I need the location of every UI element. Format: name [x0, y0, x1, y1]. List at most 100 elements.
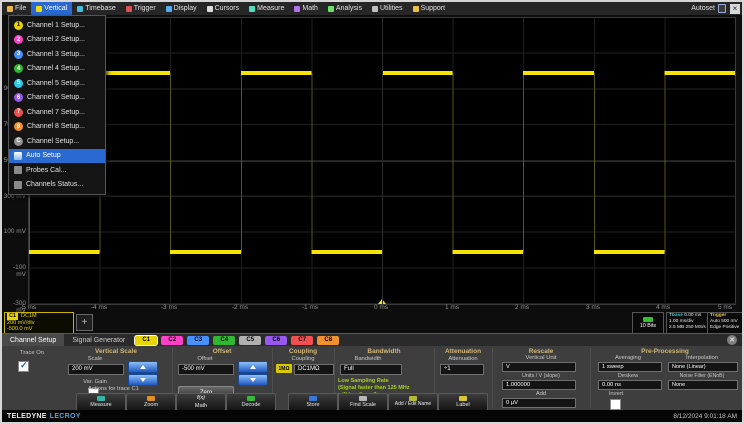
menu-item-channel-3-setup[interactable]: 3Channel 3 Setup...: [9, 47, 105, 62]
averaging-field[interactable]: 1 sweep: [598, 362, 662, 372]
menu-item-channel-7-setup[interactable]: 7Channel 7 Setup...: [9, 105, 105, 120]
menu-item-measure[interactable]: Measure: [244, 2, 289, 15]
invert-checkbox[interactable]: [610, 399, 621, 410]
utilities-icon: [372, 6, 378, 12]
channel-chip-c2[interactable]: C2: [161, 336, 183, 345]
menu-item-cursors[interactable]: Cursors: [202, 2, 245, 15]
menu-item-channel-5-setup[interactable]: 5Channel 5 Setup...: [9, 76, 105, 91]
menu-item-channel-6-setup[interactable]: 6Channel 6 Setup...: [9, 91, 105, 106]
deskew-field[interactable]: 0.00 ns: [598, 380, 662, 390]
tab-signal-generator[interactable]: Signal Generator: [64, 334, 133, 346]
trace-on-checkbox[interactable]: [18, 361, 29, 372]
zoom-button[interactable]: Zoom: [126, 393, 176, 411]
menu-item-utilities[interactable]: Utilities: [367, 2, 408, 15]
window-close-icon[interactable]: [730, 4, 740, 14]
menu-item-vertical[interactable]: Vertical: [31, 2, 72, 15]
menu-label: Timebase: [85, 5, 115, 12]
auto-setup-icon: [14, 152, 22, 160]
offset-up-button[interactable]: [238, 361, 268, 373]
attenuation-field[interactable]: ÷1: [440, 364, 484, 375]
waveform-graticule[interactable]: [28, 17, 736, 305]
math-fx-icon: f(x): [197, 395, 205, 401]
scale-field[interactable]: 200 mV: [68, 364, 124, 375]
add-edit-name-button[interactable]: Add / Edit Name: [388, 393, 438, 411]
c1-trace-descriptor[interactable]: C1DC1M 200 mV/div -500.0 mV: [4, 312, 74, 334]
store-button[interactable]: Store: [288, 393, 338, 411]
decode-button[interactable]: Decode: [226, 393, 276, 411]
channel-chip-c6[interactable]: C6: [265, 336, 287, 345]
coupling-header: Coupling: [274, 348, 332, 355]
label-button[interactable]: Label: [438, 393, 488, 411]
interpolation-field[interactable]: None (Linear): [668, 362, 738, 372]
section-divider: [492, 348, 493, 408]
adc-bits-label: 10 Bits: [640, 323, 656, 329]
menu-item-display[interactable]: Display: [161, 2, 202, 15]
bandwidth-field[interactable]: Full: [340, 364, 402, 375]
menu-item-channel-setup[interactable]: CChannel Setup...: [9, 134, 105, 149]
scale-down-button[interactable]: [128, 374, 158, 386]
menu-item-timebase[interactable]: Timebase: [72, 2, 120, 15]
timebase-descriptor[interactable]: Tbase 0.00 ms 1.00 ms/div 2.5 MB 250 MS/…: [666, 312, 710, 334]
tab-channel-setup[interactable]: Channel Setup: [2, 334, 64, 346]
status-bar: TELEDYNE LECROY 8/12/2024 9:01:18 AM: [2, 410, 742, 422]
cursors-icon: [207, 6, 213, 12]
channel-chip-c1[interactable]: C1: [135, 336, 157, 345]
button-label: Measure: [90, 402, 111, 408]
add-field[interactable]: 0 µV: [502, 398, 576, 408]
menu-item-analysis[interactable]: Analysis: [323, 2, 367, 15]
vertical-unit-label: Vertical Unit: [494, 355, 588, 361]
menu-item-support[interactable]: Support: [408, 2, 451, 15]
menu-bar: File Vertical Timebase Trigger Display C…: [2, 2, 742, 15]
menu-item-channel-4-setup[interactable]: 4Channel 4 Setup...: [9, 62, 105, 77]
menu-item-math[interactable]: Math: [289, 2, 323, 15]
c1-channel-chip: C1: [7, 313, 18, 320]
channel-chip-c4[interactable]: C4: [213, 336, 235, 345]
units-per-volt-field[interactable]: 1.000000: [502, 380, 576, 390]
item-label: Channel 4 Setup...: [27, 65, 85, 72]
item-label: Channels Status...: [26, 181, 83, 188]
channel-chip-c5[interactable]: C5: [239, 336, 261, 345]
channel-7-icon: 7: [14, 108, 23, 117]
noise-filter-field[interactable]: None: [668, 380, 738, 390]
channel-8-icon: 8: [14, 122, 23, 131]
channel-chip-c3[interactable]: C3: [187, 336, 209, 345]
menu-label: Trigger: [134, 5, 156, 12]
trigger-descriptor[interactable]: Trigger Auto 500 mV Edge Positive: [707, 312, 744, 334]
menu-label: Vertical: [44, 5, 67, 12]
menu-item-channels-status[interactable]: Channels Status...: [9, 178, 105, 193]
vertical-unit-field[interactable]: V: [502, 362, 576, 372]
coupling-field[interactable]: DC1MΩ: [294, 364, 334, 375]
x-axis-label: -5 ms: [13, 304, 43, 311]
menu-item-channel-1-setup[interactable]: 1Channel 1 Setup...: [9, 18, 105, 33]
menu-item-channel-2-setup[interactable]: 2Channel 2 Setup...: [9, 33, 105, 48]
bandwidth-header: Bandwidth: [336, 348, 432, 355]
datetime-label: 8/12/2024 9:01:18 AM: [673, 413, 737, 420]
add-trace-button[interactable]: +: [76, 314, 93, 331]
dialog-close-button[interactable]: [727, 335, 737, 345]
item-label: Channel 6 Setup...: [27, 94, 85, 101]
item-label: Channel Setup...: [27, 138, 79, 145]
timebase-icon: [77, 6, 83, 12]
menu-item-trigger[interactable]: Trigger: [121, 2, 161, 15]
find-scale-button[interactable]: Find Scale: [338, 393, 388, 411]
channels-status-icon: [14, 181, 22, 189]
scale-up-button[interactable]: [128, 361, 158, 373]
label-tag-icon: [459, 396, 467, 401]
item-label: Channel 2 Setup...: [27, 36, 85, 43]
offset-down-button[interactable]: [238, 374, 268, 386]
channel-chip-c8[interactable]: C8: [317, 336, 339, 345]
measure-button[interactable]: Measure: [76, 393, 126, 411]
autoset-button[interactable]: Autoset: [687, 2, 730, 15]
menu-item-channel-8-setup[interactable]: 8Channel 8 Setup...: [9, 120, 105, 135]
one-megaohm-icon: 1MΩ: [276, 364, 292, 373]
math-button[interactable]: f(x)Math: [176, 393, 226, 411]
noise-filter-label: Noise Filter (ENoB): [666, 373, 738, 379]
offset-field[interactable]: -500 mV: [178, 364, 234, 375]
display-icon: [166, 6, 172, 12]
menu-item-auto-setup[interactable]: Auto Setup: [9, 149, 105, 164]
vertical-menu-dropdown: 1Channel 1 Setup... 2Channel 2 Setup... …: [8, 15, 106, 195]
rescale-header: Rescale: [494, 348, 588, 355]
channel-chip-c7[interactable]: C7: [291, 336, 313, 345]
menu-item-probes-cal[interactable]: Probes Cal...: [9, 163, 105, 178]
button-label: Find Scale: [350, 402, 376, 408]
